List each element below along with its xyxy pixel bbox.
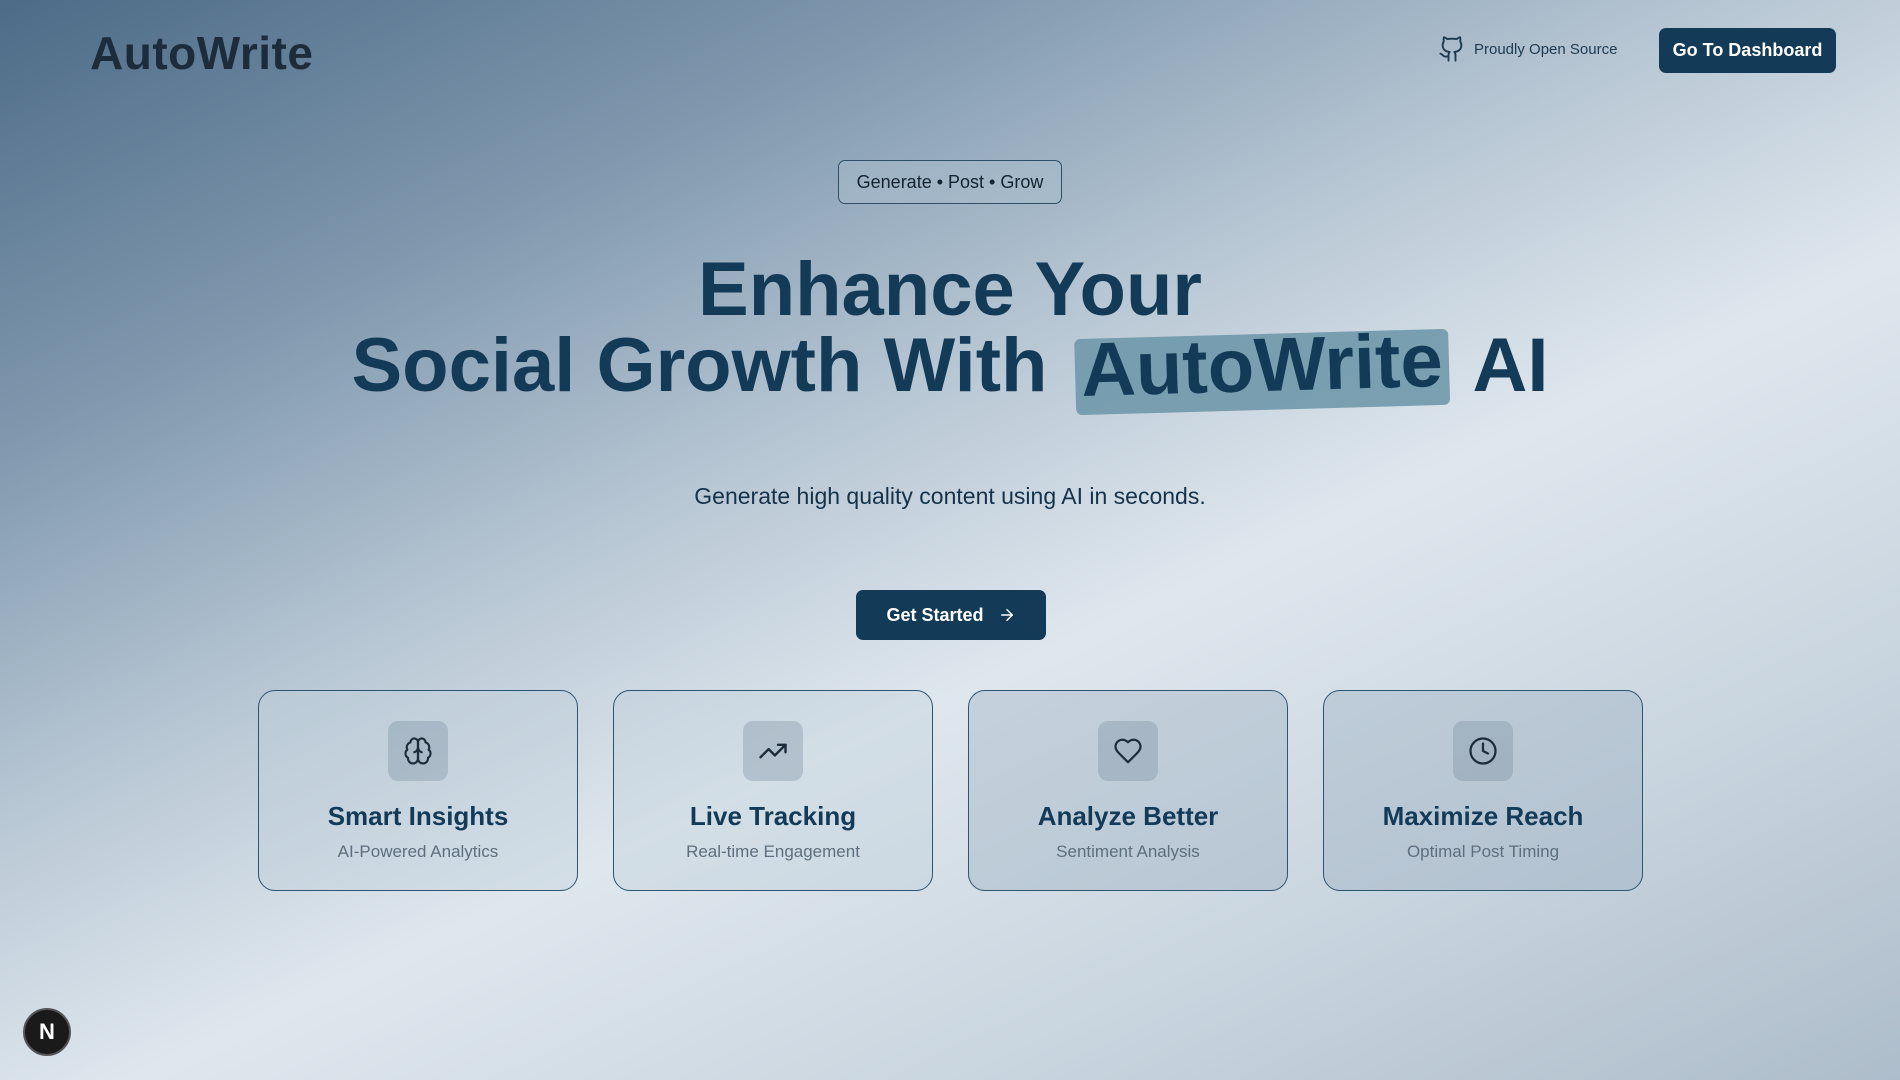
next-dev-badge[interactable]: N — [23, 1008, 71, 1056]
feature-title: Maximize Reach — [1382, 801, 1584, 831]
get-started-button[interactable]: Get Started — [856, 590, 1046, 640]
feature-icon-box — [743, 721, 803, 781]
open-source-link[interactable]: Proudly Open Source — [1438, 34, 1617, 64]
clock-icon — [1469, 737, 1497, 765]
tagline-pill: Generate • Post • Grow — [838, 160, 1062, 204]
feature-subtitle: Sentiment Analysis — [1056, 842, 1200, 861]
hero-highlight: AutoWrite — [1074, 318, 1450, 413]
hero-line-2-suffix: AI — [1472, 323, 1549, 408]
hero-highlight-text: AutoWrite — [1079, 317, 1444, 414]
feature-title: Analyze Better — [1037, 801, 1219, 831]
open-source-label: Proudly Open Source — [1474, 40, 1618, 58]
trending-up-icon — [759, 743, 787, 759]
hero-line-2: Social Growth With AutoWrite AI — [0, 318, 1900, 413]
hero-heading: Enhance Your Social Growth With AutoWrit… — [0, 247, 1900, 414]
hero-subtitle: Generate high quality content using AI i… — [694, 483, 1206, 509]
feature-cards: Smart Insights AI-Powered Analytics Live… — [258, 690, 1643, 891]
feature-card-live-tracking: Live Tracking Real-time Engagement — [613, 690, 933, 891]
feature-icon-box — [388, 721, 448, 781]
feature-card-analyze-better: Analyze Better Sentiment Analysis — [968, 690, 1288, 891]
feature-subtitle: Optimal Post Timing — [1406, 842, 1560, 861]
feature-title: Live Tracking — [689, 801, 857, 831]
feature-subtitle: Real-time Engagement — [686, 842, 860, 861]
hero-line-2-prefix: Social Growth With — [351, 323, 1048, 408]
app-logo[interactable]: AutoWrite — [90, 26, 313, 80]
feature-icon-box — [1098, 721, 1158, 781]
feature-card-maximize-reach: Maximize Reach Optimal Post Timing — [1323, 690, 1643, 891]
hero-line-1: Enhance Your — [698, 247, 1202, 332]
feature-icon-box — [1453, 721, 1513, 781]
get-started-label: Get Started — [886, 604, 984, 625]
github-icon — [1439, 36, 1463, 62]
heart-icon — [1114, 738, 1142, 764]
arrow-right-icon — [1000, 609, 1013, 621]
feature-subtitle: AI-Powered Analytics — [337, 842, 499, 861]
go-to-dashboard-button[interactable]: Go To Dashboard — [1659, 28, 1836, 73]
feature-title: Smart Insights — [327, 801, 509, 831]
brain-icon — [404, 737, 432, 765]
feature-card-smart-insights: Smart Insights AI-Powered Analytics — [258, 690, 578, 891]
